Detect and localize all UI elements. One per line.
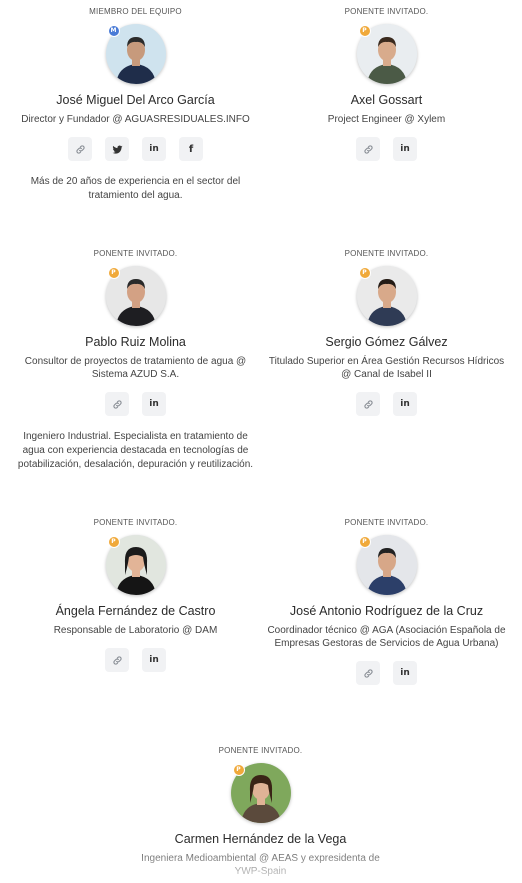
speaker-title: Director y Fundador @ AGUASRESIDUALES.IN…: [21, 114, 250, 125]
speaker-card: PONENTE INVITADO. P Pablo Ruiz Molina Consu…: [5, 242, 266, 472]
link-icon: [112, 655, 123, 666]
social-links: in: [5, 392, 266, 416]
speaker-title: Responsable de Laboratorio @ DAM: [53, 625, 218, 636]
link-icon: [363, 668, 374, 679]
speaker-title: Titulado Superior en Área Gestión Recurs…: [268, 356, 505, 380]
speaker-name[interactable]: Axel Gossart: [256, 93, 517, 108]
social-links: in f: [5, 137, 266, 161]
linkedin-icon: in: [400, 144, 410, 154]
linkedin-icon: in: [149, 144, 159, 154]
linkedin-icon: in: [400, 399, 410, 409]
speaker-title: Coordinador técnico @ AGA (Asociación Es…: [267, 625, 506, 649]
link-icon: [75, 144, 86, 155]
speaker-avatar-wrap: P: [356, 266, 417, 326]
link-icon: [363, 144, 374, 155]
speaker-card: PONENTE INVITADO. P José Antonio Rodríguez…: [256, 511, 517, 685]
link-button[interactable]: [356, 137, 380, 161]
speaker-role-label: PONENTE INVITADO.: [344, 7, 429, 16]
speaker-role-label: PONENTE INVITADO.: [218, 746, 303, 755]
social-links: in: [256, 661, 517, 685]
twitter-icon: [111, 144, 123, 155]
twitter-button[interactable]: [105, 137, 129, 161]
link-button[interactable]: [68, 137, 92, 161]
social-links: in: [256, 392, 517, 416]
speaker-card: PONENTE INVITADO. P Axel Gossart Project En…: [256, 0, 517, 161]
speaker-avatar-wrap: M: [105, 24, 166, 84]
role-badge-icon: P: [358, 267, 371, 279]
role-badge-icon: P: [358, 25, 371, 37]
linkedin-button[interactable]: in: [393, 661, 417, 685]
link-button[interactable]: [105, 648, 129, 672]
linkedin-icon: in: [149, 655, 159, 665]
social-links: in: [256, 137, 517, 161]
linkedin-button[interactable]: in: [142, 392, 166, 416]
speaker-name[interactable]: Pablo Ruiz Molina: [5, 335, 266, 350]
speaker-title: Consultor de proyectos de tratamiento de…: [24, 356, 247, 380]
speaker-avatar-wrap: P: [356, 24, 417, 84]
speaker-avatar-wrap: P: [105, 535, 166, 595]
linkedin-button[interactable]: in: [393, 137, 417, 161]
speaker-title: Ingeniera Medioambiental @ AEAS y expres…: [141, 853, 380, 877]
speaker-avatar-wrap: P: [356, 535, 417, 595]
speaker-avatar-wrap: P: [230, 763, 291, 823]
speaker-bio: Ingeniero Industrial. Especialista en tr…: [17, 431, 254, 470]
speaker-card: MIEMBRO DEL EQUIPO M José Miguel Del Arco …: [5, 0, 266, 203]
speaker-name[interactable]: José Miguel Del Arco García: [5, 93, 266, 108]
speaker-role-label: MIEMBRO DEL EQUIPO: [89, 7, 182, 16]
linkedin-button[interactable]: in: [142, 137, 166, 161]
facebook-icon: f: [188, 143, 194, 155]
role-badge-icon: P: [107, 267, 120, 279]
role-badge-icon: P: [358, 536, 371, 548]
facebook-button[interactable]: f: [179, 137, 203, 161]
role-badge-icon: P: [107, 536, 120, 548]
speaker-role-label: PONENTE INVITADO.: [93, 518, 178, 527]
link-button[interactable]: [356, 392, 380, 416]
link-button[interactable]: [105, 392, 129, 416]
social-links: in: [5, 648, 266, 672]
speaker-name[interactable]: Sergio Gómez Gálvez: [256, 335, 517, 350]
linkedin-button[interactable]: in: [142, 648, 166, 672]
link-button[interactable]: [356, 661, 380, 685]
role-badge-icon: P: [232, 764, 245, 776]
speakers-grid: MIEMBRO DEL EQUIPO M José Miguel Del Arco …: [0, 0, 522, 883]
linkedin-icon: in: [400, 668, 410, 678]
speaker-name[interactable]: José Antonio Rodríguez de la Cruz: [256, 604, 517, 619]
speaker-role-label: PONENTE INVITADO.: [344, 249, 429, 258]
link-icon: [363, 399, 374, 410]
speaker-bio: Más de 20 años de experiencia en el sect…: [30, 176, 241, 201]
speaker-role-label: PONENTE INVITADO.: [344, 518, 429, 527]
speaker-role-label: PONENTE INVITADO.: [93, 249, 178, 258]
speaker-name[interactable]: Carmen Hernández de la Vega: [130, 832, 391, 847]
speaker-name[interactable]: Ángela Fernández de Castro: [5, 604, 266, 619]
role-badge-icon: M: [107, 25, 120, 37]
speaker-card: PONENTE INVITADO. P Carmen Hernández de la…: [130, 739, 391, 878]
linkedin-icon: in: [149, 399, 159, 409]
link-icon: [112, 399, 123, 410]
speaker-card: PONENTE INVITADO. P Ángela Fernández de Ca…: [5, 511, 266, 672]
speaker-avatar-wrap: P: [105, 266, 166, 326]
linkedin-button[interactable]: in: [393, 392, 417, 416]
speaker-title: Project Engineer @ Xylem: [327, 114, 446, 125]
speaker-card: PONENTE INVITADO. P Sergio Gómez Gálvez Tit…: [256, 242, 517, 416]
